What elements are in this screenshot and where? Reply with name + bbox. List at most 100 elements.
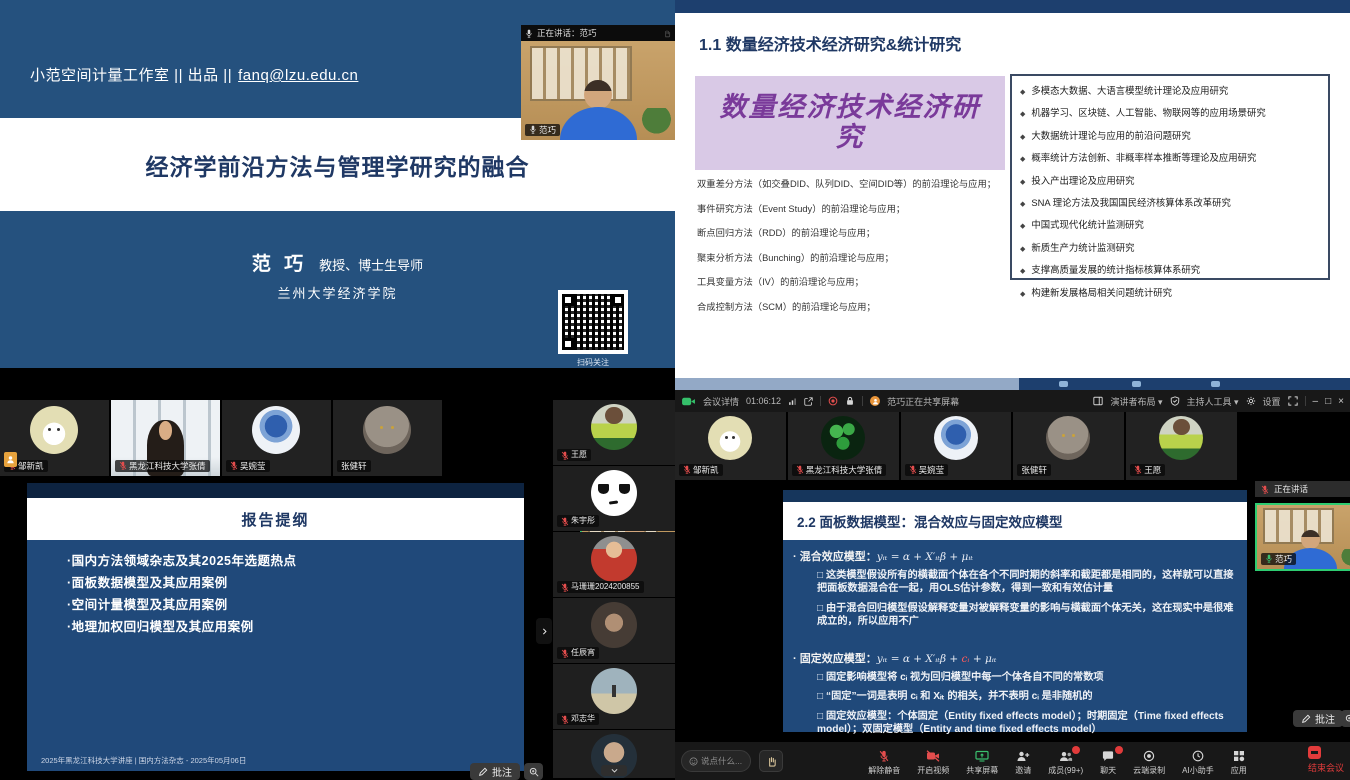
email-link[interactable]: fanq@lzu.edu.cn <box>238 67 358 84</box>
fullscreen-icon[interactable] <box>1288 396 1298 406</box>
shared-slide: 报告提纲 ·国内方法领域杂志及其2025年选题热点 ·面板数据模型及其应用案例 … <box>27 483 524 771</box>
end-meeting-button[interactable]: 结束会议 <box>1308 746 1350 774</box>
statistics-topic-list: ◆多模态大数据、大语言模型统计理论及应用研究 ◆机器学习、区块链、人工智能、物联… <box>1010 74 1330 280</box>
recording-icon[interactable] <box>828 396 838 406</box>
mic-icon <box>525 29 533 38</box>
meeting-timer: 01:06:12 <box>746 396 781 406</box>
mixed-model-label: · 混合效应模型： <box>793 551 877 563</box>
speaker-video-thumbnail[interactable]: 正在讲话：范巧 范巧 <box>521 25 675 140</box>
participant-tile[interactable]: 邹新凯 <box>675 412 786 480</box>
layout-icon <box>1093 396 1103 406</box>
quadrant-outline-slide: 邹新凯 范巧 黑龙江科技大学张倩 吴婉莹 张健轩 王愿 <box>0 390 675 780</box>
participant-name: 邹新凯 <box>693 465 719 475</box>
fixed-model-line: · 固定效应模型：yᵢₜ = α + X′ᵢₜβ + cᵢ + μᵢₜ <box>793 650 1235 666</box>
shield-icon <box>1170 396 1180 406</box>
participant-tile[interactable]: 黑龙江科技大学张倩 <box>788 412 899 480</box>
smiley-icon <box>689 757 698 766</box>
participant-tile[interactable]: 任辰宵 <box>553 598 675 663</box>
chevron-down-icon <box>611 767 618 774</box>
slide-heading-text: 报告提纲 <box>241 509 309 530</box>
participant-tile[interactable]: 黑龙江科技大学张倩 <box>111 400 220 476</box>
annotate-label: 批注 <box>492 764 512 779</box>
list-item: 合成控制方法（SCM）的前沿理论与应用； <box>697 299 1005 313</box>
slide-top-bar <box>675 0 1350 13</box>
list-item: 构建新发展格局相关问题统计研究 <box>1031 285 1172 299</box>
outline-list: ·国内方法领域杂志及其2025年选题热点 ·面板数据模型及其应用案例 ·空间计量… <box>67 551 514 639</box>
cloud-record-button[interactable]: 云端录制 <box>1133 749 1165 776</box>
participant-tile[interactable]: 邓志华 <box>553 664 675 729</box>
ai-assistant-button[interactable]: AI小助手 <box>1182 749 1214 776</box>
participant-tile[interactable]: 张健轩 <box>333 400 442 476</box>
participant-tile[interactable]: 王愿 <box>553 400 675 465</box>
chat-button[interactable]: 聊天 <box>1100 749 1116 776</box>
raise-hand-icon[interactable] <box>663 29 671 38</box>
workshop-credit-text: 小范空间计量工作室 || 出品 || <box>30 67 232 84</box>
participant-tile[interactable]: 王愿 <box>1126 412 1237 480</box>
participant-tile-active-speaker[interactable]: 范巧 <box>1255 503 1350 571</box>
speaker-title: 教授、博士生导师 <box>319 258 423 273</box>
host-tools-button[interactable]: 主持人工具 ▾ <box>1187 395 1239 408</box>
speaker-video: 范巧 <box>521 41 675 140</box>
participant-tile[interactable]: 吴婉莹 <box>901 412 1012 480</box>
unmute-button[interactable]: 解除静音 <box>868 749 900 776</box>
maximize-button[interactable]: □ <box>1325 396 1331 407</box>
speaker-layout-button[interactable]: 演讲者布局 ▾ <box>1110 395 1162 408</box>
expand-filmstrip-button[interactable] <box>536 618 552 644</box>
qr-code <box>558 290 628 354</box>
chat-placeholder: 说点什么... <box>701 755 742 767</box>
fixed-model-label: · 固定效应模型： <box>793 653 877 665</box>
sharer-avatar <box>870 396 880 406</box>
mic-muted-icon <box>1134 465 1142 474</box>
list-item: 聚束分析方法（Bunching）的前沿理论与应用； <box>697 250 1005 264</box>
participant-tile[interactable]: 吴婉莹 <box>222 400 331 476</box>
list-item: ·面板数据模型及其应用案例 <box>67 573 514 595</box>
speaking-status-text: 正在讲话：范巧 <box>537 27 597 39</box>
bullet-paragraph: □ 由于混合回归模型假设解释变量对被解释变量的影响与横截面个体无关，这在现实中是… <box>793 602 1235 629</box>
share-screen-button[interactable]: 共享屏幕 <box>966 749 998 776</box>
meeting-toolbar: 会议详情 01:06:12 范巧正在共享屏幕 演讲者布局 ▾ 主持人工具 ▾ 设… <box>675 390 1350 412</box>
start-video-button[interactable]: 开启视频 <box>917 749 949 776</box>
gear-icon <box>1246 396 1256 406</box>
settings-button[interactable]: 设置 <box>1263 395 1281 408</box>
participant-badge-icon <box>4 452 17 467</box>
lock-icon[interactable] <box>845 396 855 406</box>
chevron-right-icon <box>541 628 548 635</box>
invite-button[interactable]: 邀请 <box>1015 749 1031 776</box>
avatar <box>1046 416 1090 460</box>
bullet-paragraph: □ 固定影响模型将 cᵢ 视为回归模型中每一个体各自不同的常数项 <box>793 671 1235 684</box>
avatar <box>30 406 78 454</box>
people-icon <box>1059 749 1073 763</box>
zoom-button[interactable] <box>524 763 543 780</box>
close-button[interactable]: × <box>1338 396 1344 407</box>
mic-muted-icon <box>878 750 890 762</box>
participant-tile-partial[interactable] <box>553 730 675 778</box>
participant-tile[interactable]: 张健轩 <box>1013 412 1124 480</box>
mixed-model-line: · 混合效应模型：yᵢₜ = α + X′ᵢₜβ + μᵢₜ <box>793 548 1235 564</box>
slide-heading: 报告提纲 <box>27 498 524 540</box>
minimize-button[interactable]: – <box>1313 396 1319 407</box>
participant-tile[interactable]: 马珊珊2024200855 <box>553 532 675 597</box>
quick-chat-input[interactable]: 说点什么... <box>681 750 751 772</box>
open-window-icon[interactable] <box>804 397 813 406</box>
participant-sidebar: 王愿 朱宇彤 马珊珊2024200855 任辰宵 邓志华 <box>553 400 675 780</box>
mic-muted-icon <box>561 583 569 592</box>
apps-button[interactable]: 应用 <box>1231 749 1247 776</box>
annotate-button[interactable]: 批注 <box>470 763 520 780</box>
list-item: 工具变量方法（IV）的前沿理论与应用； <box>697 274 1005 288</box>
end-meeting-icon <box>1308 746 1321 759</box>
mic-muted-icon <box>561 715 569 724</box>
reaction-button[interactable] <box>759 750 783 772</box>
participant-name: 黑龙江科技大学张倩 <box>806 465 883 475</box>
meeting-info-button[interactable]: 会议详情 <box>703 395 739 408</box>
participant-tile[interactable]: 朱宇彤 <box>553 466 675 531</box>
participant-nametag: 范巧 <box>525 124 560 136</box>
bullet-paragraph: □ 这类模型假设所有的横截面个体在各个不同时期的斜率和截距都是相同的，这样就可以… <box>793 569 1235 596</box>
zoom-button[interactable] <box>1341 710 1350 727</box>
annotate-button[interactable]: 批注 <box>1293 710 1343 727</box>
list-item: 中国式现代化统计监测研究 <box>1031 217 1144 231</box>
mic-live-icon <box>1265 554 1273 563</box>
meeting-screenshot-collage: 小范空间计量工作室 || 出品 ||fanq@lzu.edu.cn 经济学前沿方… <box>0 0 1350 780</box>
collapse-filmstrip-button[interactable] <box>601 765 627 776</box>
members-button[interactable]: 成员(99+) <box>1048 749 1083 776</box>
mixed-model-formula: yᵢₜ = α + X′ᵢₜβ + μᵢₜ <box>877 551 973 563</box>
